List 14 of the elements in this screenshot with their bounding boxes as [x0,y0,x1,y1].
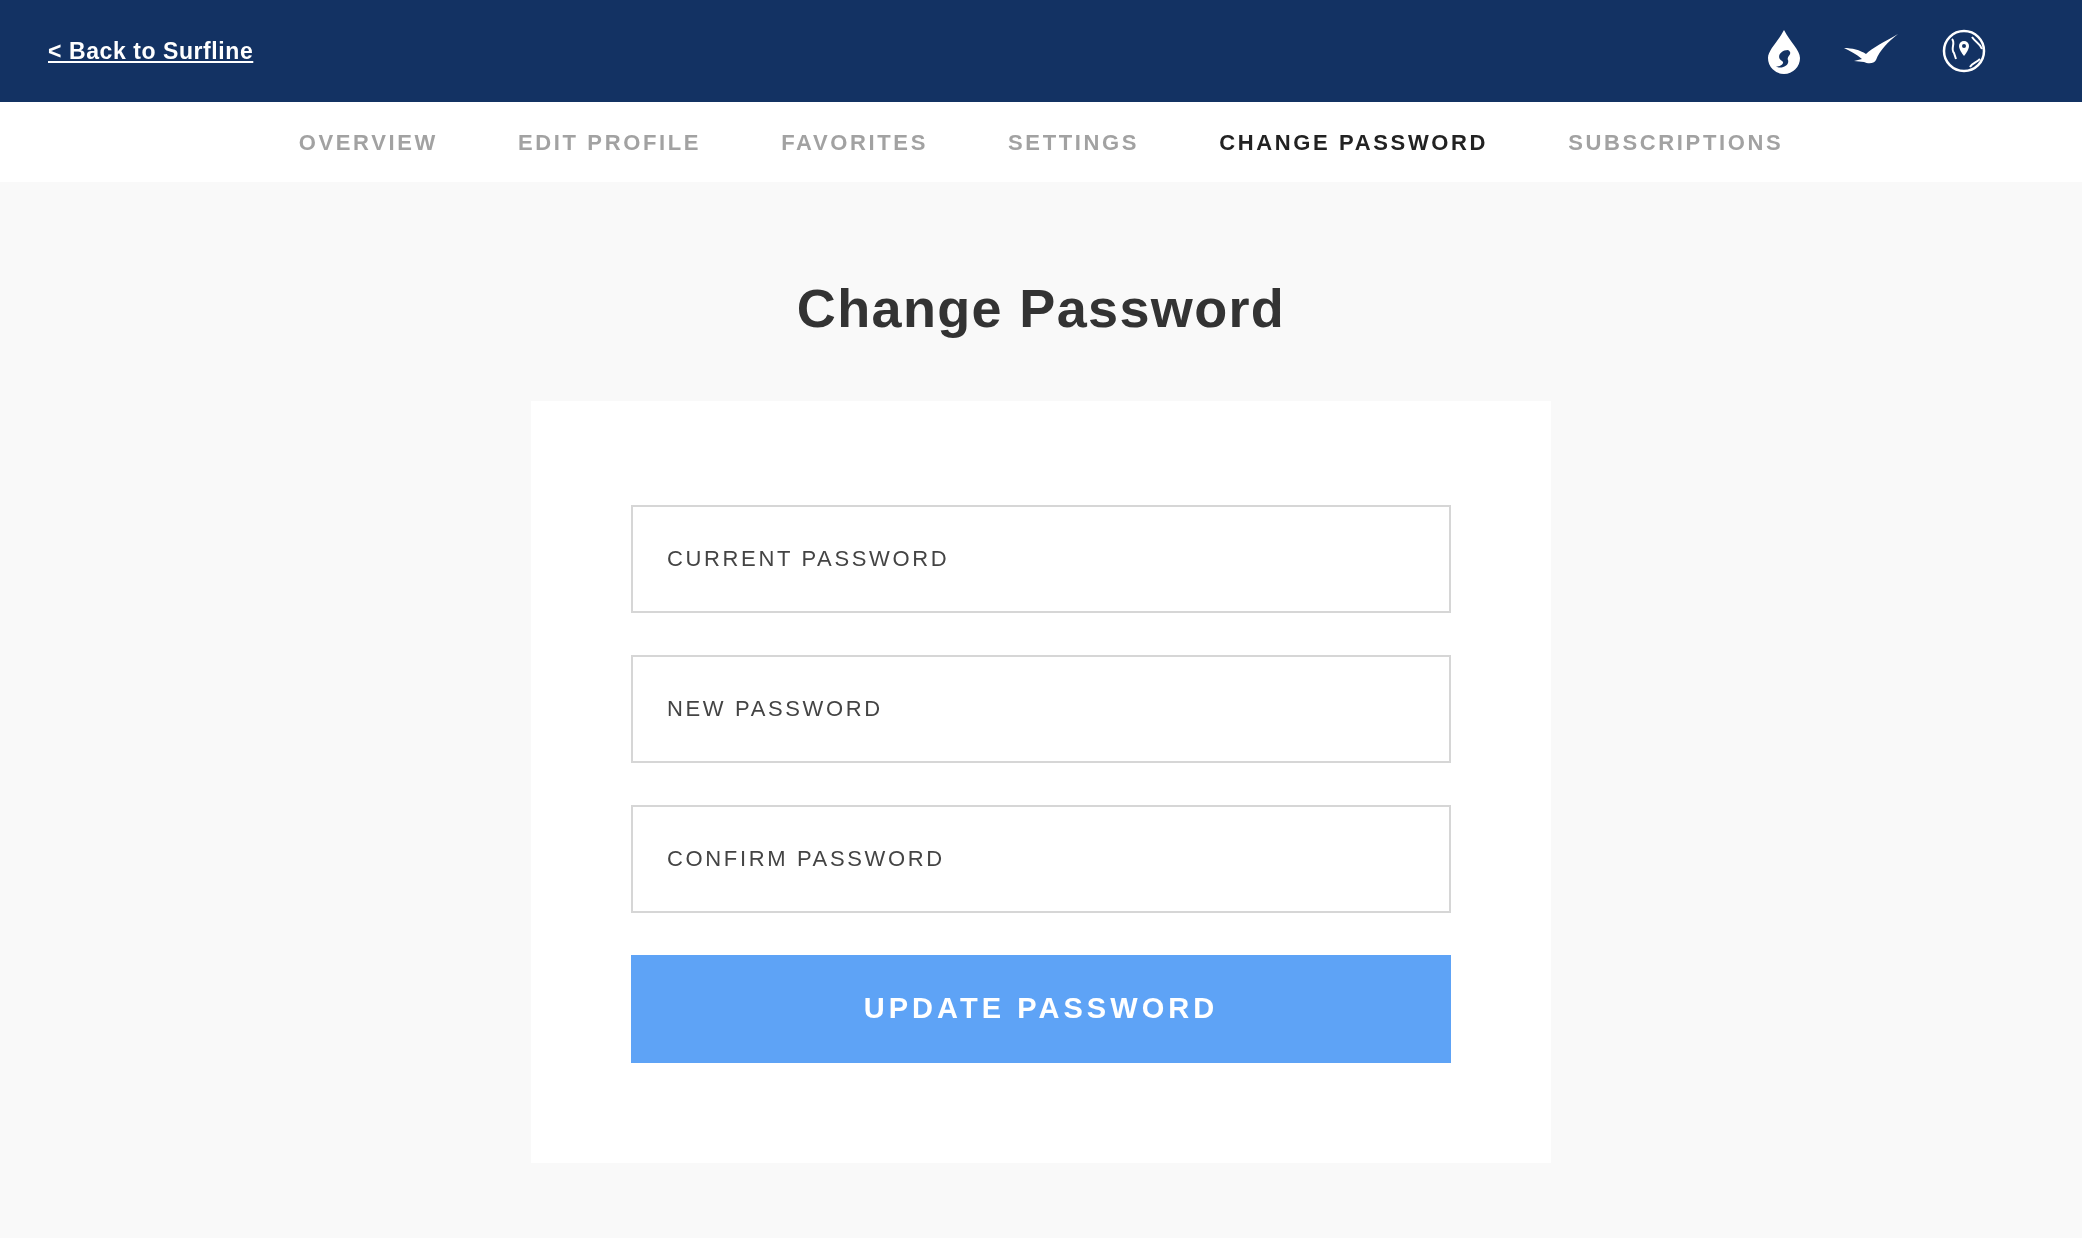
page-title: Change Password [796,277,1286,340]
water-drop-icon[interactable] [1766,28,1802,74]
nav-tab[interactable]: SUBSCRIPTIONS [1568,125,1784,159]
back-link[interactable]: < Back to Surfline [48,33,254,69]
globe-pin-icon[interactable] [1942,29,1986,73]
nav-tab[interactable]: EDIT PROFILE [517,125,702,159]
password-field[interactable]: CURRENT PASSWORD [631,505,1451,613]
password-field[interactable]: CONFIRM PASSWORD [631,805,1451,913]
nav-tab[interactable]: OVERVIEW [298,125,438,159]
nav-tab[interactable]: SETTINGS [1008,125,1140,159]
nav-tab[interactable]: FAVORITES [781,125,928,159]
update-password-button[interactable]: UPDATE PASSWORD [631,955,1451,1063]
password-field[interactable]: NEW PASSWORD [631,655,1451,763]
nav-tab[interactable]: CHANGE PASSWORD [1219,125,1489,159]
